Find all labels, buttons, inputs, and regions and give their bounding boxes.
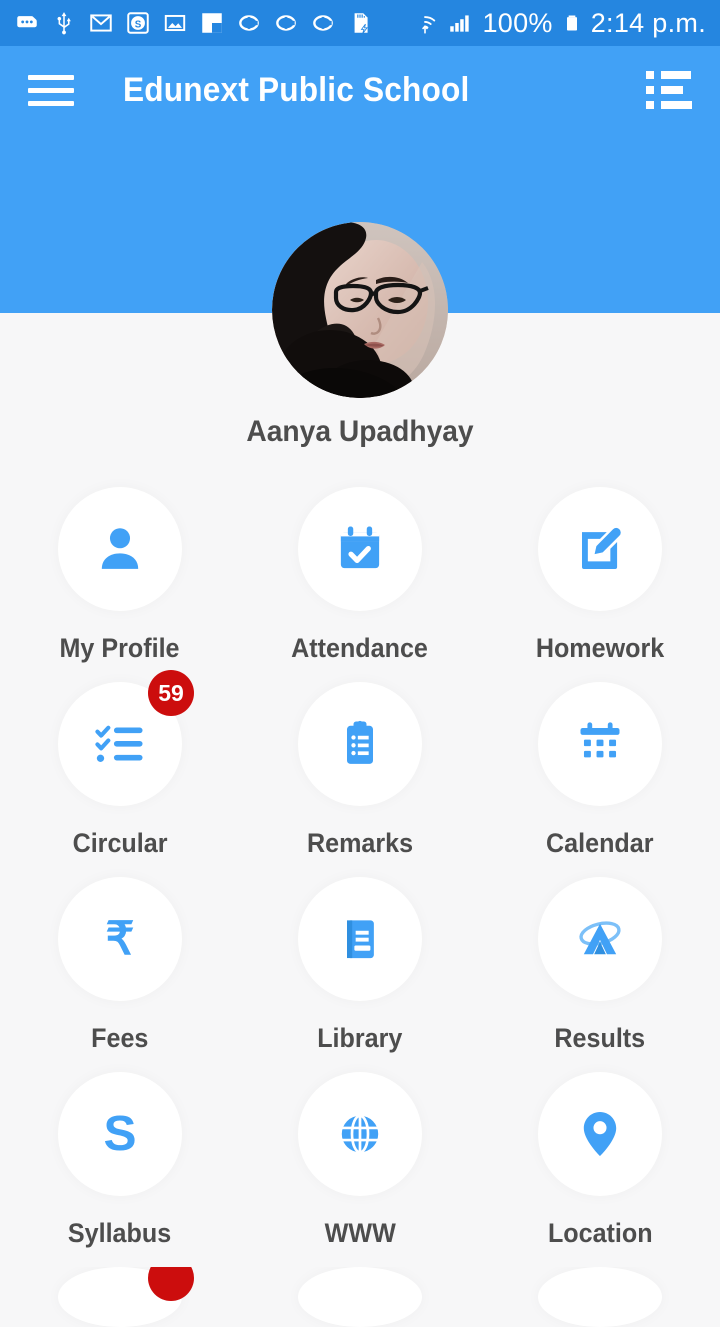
tile-icon-container bbox=[298, 1267, 422, 1327]
tile-circular[interactable]: 59 Circular bbox=[0, 670, 240, 877]
book-icon bbox=[347, 920, 374, 959]
tile-icon-container: ₹ bbox=[58, 877, 182, 1001]
tile-my-profile[interactable]: My Profile bbox=[0, 487, 240, 682]
tile-icon-container bbox=[538, 877, 662, 1001]
tile-calendar[interactable]: Calendar bbox=[480, 682, 720, 877]
tile-partial-1[interactable] bbox=[0, 1267, 240, 1327]
tile-label: WWW bbox=[324, 1218, 396, 1248]
battery-full-icon bbox=[566, 15, 577, 31]
tile-remarks[interactable]: Remarks bbox=[240, 682, 480, 877]
tile-fees[interactable]: ₹ Fees bbox=[0, 877, 240, 1072]
edit-square-icon bbox=[582, 527, 621, 570]
tile-results[interactable]: Results bbox=[480, 877, 720, 1072]
hamburger-menu-icon[interactable] bbox=[28, 72, 76, 108]
tile-icon-container bbox=[298, 682, 422, 806]
sd-card-icon bbox=[354, 13, 368, 35]
tile-label: Library bbox=[317, 1023, 403, 1053]
status-bar: S 100% 2:14 p.m. bbox=[0, 0, 720, 46]
tile-label: Syllabus bbox=[68, 1218, 172, 1248]
tile-label: Remarks bbox=[306, 828, 414, 858]
avatar[interactable] bbox=[272, 222, 448, 398]
results-logo-icon bbox=[579, 921, 621, 955]
letter-s-icon: S bbox=[103, 1107, 136, 1161]
page-title: Edunext Public School bbox=[123, 70, 470, 109]
tile-icon-container bbox=[298, 487, 422, 611]
gallery-image-icon bbox=[164, 14, 186, 32]
rupee-icon: ₹ bbox=[106, 913, 135, 964]
student-avatar-image bbox=[272, 222, 448, 398]
tile-label: My Profile bbox=[60, 633, 180, 663]
tile-icon-container bbox=[298, 1072, 422, 1196]
tile-homework[interactable]: Homework bbox=[480, 487, 720, 682]
notification-badge: 59 bbox=[148, 670, 194, 716]
sim-card-icon bbox=[17, 16, 37, 28]
calendar-check-icon bbox=[340, 526, 380, 569]
tile-label: Results bbox=[554, 1023, 646, 1053]
wifi-icon bbox=[422, 16, 436, 34]
gmail-icon bbox=[90, 14, 112, 32]
tile-library[interactable]: Library bbox=[240, 877, 480, 1072]
tile-location[interactable]: Location bbox=[480, 1072, 720, 1267]
tile-attendance[interactable]: Attendance bbox=[240, 487, 480, 682]
tile-icon-container bbox=[58, 487, 182, 611]
svg-text:S: S bbox=[135, 20, 142, 31]
status-bar-system-icons: 100% 2:14 p.m. bbox=[412, 8, 706, 39]
tile-label: Calendar bbox=[546, 828, 654, 858]
tile-icon-container bbox=[538, 682, 662, 806]
opera-icon-1 bbox=[239, 15, 259, 31]
tile-label: Location bbox=[547, 1218, 653, 1248]
status-bar-notification-icons: S bbox=[14, 10, 412, 36]
clock-time: 2:14 p.m. bbox=[590, 7, 706, 38]
person-icon bbox=[101, 528, 139, 569]
checklist-icon bbox=[95, 725, 143, 762]
calendar-grid-icon bbox=[580, 722, 620, 758]
tile-label: Attendance bbox=[291, 633, 429, 663]
opera-icon-3 bbox=[313, 15, 333, 31]
globe-icon bbox=[341, 1114, 379, 1154]
battery-percentage: 100% bbox=[482, 7, 553, 38]
tile-icon-container: S bbox=[58, 1072, 182, 1196]
tile-syllabus[interactable]: S Syllabus bbox=[0, 1072, 240, 1267]
map-pin-icon bbox=[583, 1111, 617, 1157]
tile-icon-container bbox=[538, 1072, 662, 1196]
tile-label: Homework bbox=[535, 633, 665, 663]
tile-icon-container bbox=[538, 1267, 662, 1327]
tile-icon-container bbox=[538, 487, 662, 611]
skype-icon: S bbox=[127, 12, 149, 34]
opera-icon-2 bbox=[276, 15, 296, 31]
tile-icon-container: 59 bbox=[58, 670, 194, 806]
tile-icon-container bbox=[298, 877, 422, 1001]
tile-www[interactable]: WWW bbox=[240, 1072, 480, 1267]
tile-partial-2[interactable] bbox=[240, 1267, 480, 1327]
tile-label: Fees bbox=[91, 1023, 149, 1053]
usb-icon bbox=[57, 12, 71, 35]
tile-icon-container bbox=[58, 1267, 194, 1327]
notification-badge bbox=[148, 1267, 194, 1301]
svg-text:S: S bbox=[103, 1107, 136, 1161]
list-view-icon[interactable] bbox=[646, 71, 692, 109]
clipboard-icon bbox=[347, 720, 373, 764]
signal-icon bbox=[450, 15, 470, 32]
tile-label: Circular bbox=[72, 828, 168, 858]
student-name: Aanya Upadhyay bbox=[246, 415, 474, 448]
app-bar: Edunext Public School bbox=[0, 46, 720, 134]
tile-partial-3[interactable] bbox=[480, 1267, 720, 1327]
menu-grid: My Profile Attendance Homework 59 Circul… bbox=[0, 487, 720, 1327]
flipboard-icon bbox=[202, 13, 222, 33]
svg-text:₹: ₹ bbox=[106, 913, 135, 964]
